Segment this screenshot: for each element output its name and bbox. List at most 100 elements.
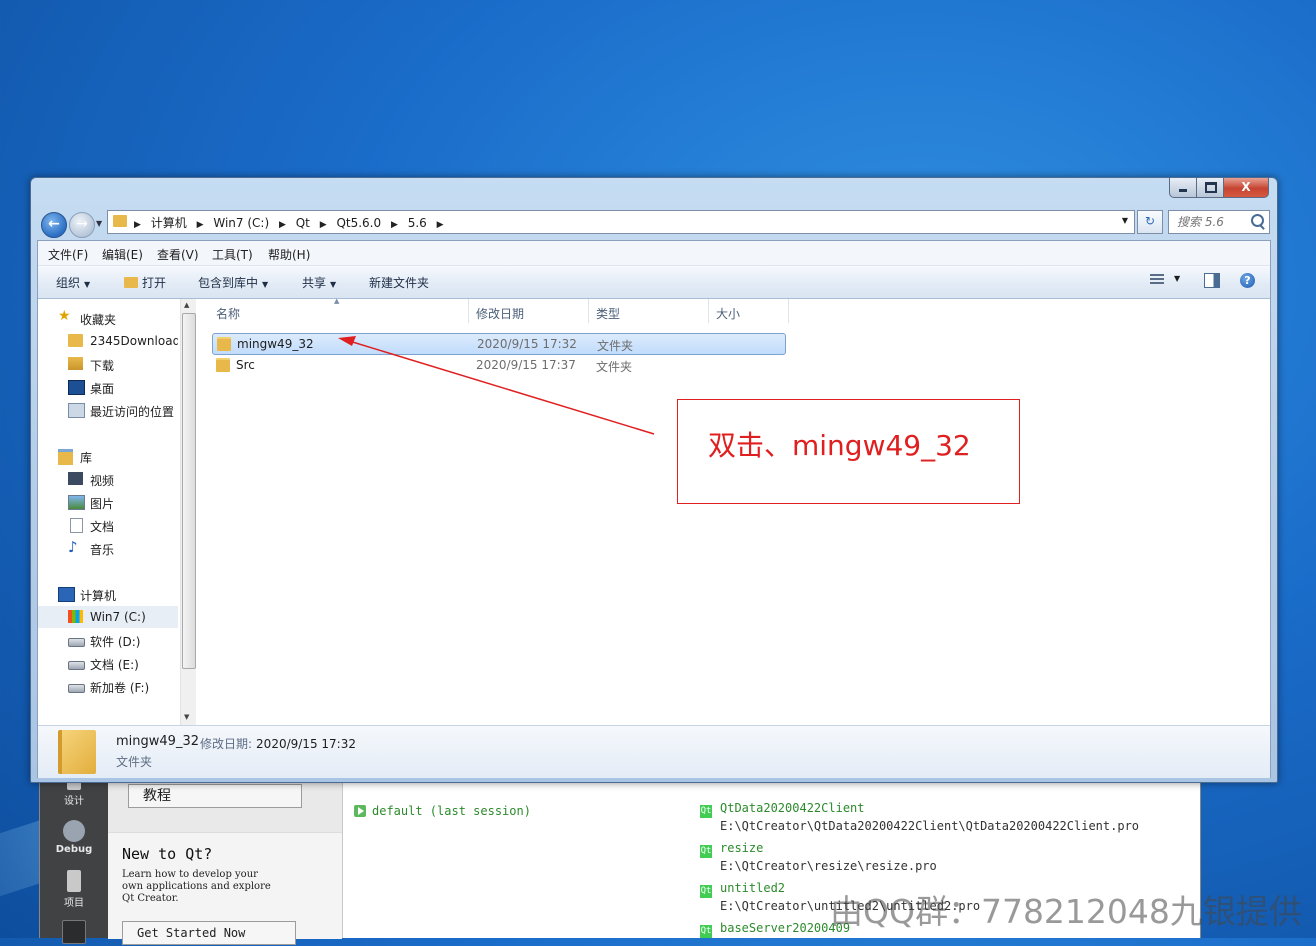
search-input[interactable]	[1175, 212, 1255, 232]
nav-drive-d[interactable]: 软件 (D:)	[38, 629, 178, 651]
file-row-mingw49-32[interactable]: mingw49_32 2020/9/15 17:32 文件夹	[212, 333, 786, 355]
menu-view[interactable]: 查看(V)	[157, 246, 199, 263]
column-divider[interactable]	[708, 299, 709, 323]
new-folder-button[interactable]: 新建文件夹	[369, 274, 429, 291]
back-arrow-icon[interactable]: ←	[41, 212, 67, 238]
qt-project-icon: Qt	[700, 885, 712, 898]
folder-icon	[217, 337, 231, 351]
session-default[interactable]: default (last session)	[354, 804, 531, 818]
mode-design[interactable]: 设计	[40, 780, 108, 807]
nav-libraries[interactable]: 库	[38, 445, 178, 467]
desktop-icon	[68, 380, 85, 395]
recent-pages-chevron-icon[interactable]: ▼	[96, 219, 102, 228]
downloads-folder-icon	[68, 357, 83, 370]
qt-mode-sidebar: 设计 Debug 项目	[40, 770, 108, 944]
nav-scrollbar[interactable]: ▲ ▼	[180, 299, 196, 725]
projects-icon	[67, 870, 81, 892]
chevron-right-icon[interactable]: ▶	[391, 220, 398, 230]
search-icon[interactable]	[1251, 214, 1264, 227]
open-button[interactable]: 打开	[124, 274, 166, 291]
scroll-up-icon[interactable]: ▲	[184, 301, 189, 309]
organize-button[interactable]: 组织 ▼	[56, 274, 90, 291]
computer-icon	[58, 587, 75, 602]
nav-drive-e[interactable]: 文档 (E:)	[38, 652, 178, 674]
mode-projects[interactable]: 项目	[40, 870, 108, 909]
close-button[interactable]: X	[1223, 178, 1269, 198]
help-icon[interactable]: ?	[1240, 273, 1255, 288]
get-started-button[interactable]: Get Started Now	[122, 921, 296, 945]
folder-icon	[113, 215, 127, 227]
chevron-right-icon[interactable]: ▶	[134, 220, 141, 230]
chevron-right-icon[interactable]: ▶	[197, 220, 204, 230]
recent-project[interactable]: Qt QtData20200422Client E:\QtCreator\QtDa…	[700, 800, 1139, 834]
nav-item-pictures[interactable]: 图片	[38, 491, 178, 513]
nav-drive-f[interactable]: 新加卷 (F:)	[38, 675, 178, 697]
nav-item-downloads[interactable]: 下载	[38, 353, 178, 375]
breadcrumb-item[interactable]: Qt	[296, 216, 310, 230]
column-divider[interactable]	[468, 299, 469, 323]
video-icon	[68, 472, 83, 485]
nav-item-desktop[interactable]: 桌面	[38, 376, 178, 398]
file-row-src[interactable]: Src 2020/9/15 17:37 文件夹	[212, 355, 784, 375]
menu-help[interactable]: 帮助(H)	[268, 246, 310, 263]
breadcrumb-item[interactable]: 5.6	[408, 216, 427, 230]
nav-item-videos[interactable]: 视频	[38, 468, 178, 490]
minimize-button[interactable]	[1169, 178, 1197, 198]
explorer-body: 文件(F) 编辑(E) 查看(V) 工具(T) 帮助(H) 组织 ▼ 打开 包含到…	[37, 240, 1271, 778]
view-options-icon[interactable]	[1150, 274, 1164, 286]
folder-icon	[216, 358, 230, 372]
breadcrumb-item[interactable]: Qt5.6.0	[336, 216, 381, 230]
nav-item-documents[interactable]: 文档	[38, 514, 178, 536]
column-size[interactable]: 大小	[716, 305, 740, 322]
recent-project[interactable]: Qt resize E:\QtCreator\resize\resize.pro	[700, 840, 937, 874]
nav-computer[interactable]: 计算机	[38, 583, 178, 605]
chevron-right-icon[interactable]: ▶	[437, 220, 444, 230]
nav-favorites[interactable]: ★ 收藏夹	[38, 307, 178, 329]
address-dropdown-icon[interactable]: ▼	[1122, 216, 1128, 225]
drive-icon	[68, 684, 85, 693]
nav-item-2345downloads[interactable]: 2345Downloads	[38, 330, 178, 352]
sort-ascending-icon: ▲	[334, 297, 340, 305]
nav-item-music[interactable]: ♪ 音乐	[38, 537, 178, 559]
maximize-button[interactable]	[1196, 178, 1224, 198]
mode-debug[interactable]: Debug	[40, 820, 108, 855]
column-divider[interactable]	[788, 299, 789, 323]
debug-icon	[63, 820, 85, 842]
column-type[interactable]: 类型	[596, 305, 620, 322]
recent-project[interactable]: Qt baseServer20200409	[700, 920, 850, 938]
column-name[interactable]: 名称	[216, 305, 240, 322]
library-icon	[58, 449, 73, 465]
command-bar: 组织 ▼ 打开 包含到库中 ▼ 共享 ▼ 新建文件夹 ▼ ?	[38, 266, 1270, 299]
chevron-right-icon[interactable]: ▶	[279, 220, 286, 230]
nav-item-recent-places[interactable]: 最近访问的位置	[38, 399, 178, 421]
menu-file[interactable]: 文件(F)	[48, 246, 88, 263]
breadcrumb-item[interactable]: 计算机	[151, 216, 187, 230]
new-to-qt-text: Learn how to develop your own applicatio…	[122, 869, 271, 904]
share-button[interactable]: 共享 ▼	[302, 274, 336, 291]
annotation-box: 双击、mingw49_32	[677, 399, 1020, 504]
scroll-down-icon[interactable]: ▼	[184, 713, 189, 721]
chevron-down-icon[interactable]: ▼	[1174, 274, 1180, 283]
tutorials-button[interactable]: 教程	[128, 784, 302, 808]
scrollbar-thumb[interactable]	[182, 313, 196, 669]
chevron-right-icon[interactable]: ▶	[320, 220, 327, 230]
qt-project-icon: Qt	[700, 925, 712, 938]
details-type: 文件夹	[116, 755, 153, 769]
search-box[interactable]	[1168, 210, 1270, 234]
preview-pane-icon[interactable]	[1204, 273, 1220, 288]
menu-tools[interactable]: 工具(T)	[212, 246, 253, 263]
address-bar[interactable]: ▶ 计算机 ▶ Win7 (C:) ▶ Qt ▶ Qt5.6.0 ▶ 5.6 ▶…	[107, 210, 1135, 234]
nav-drive-c[interactable]: Win7 (C:)	[38, 606, 178, 628]
qt-project-icon: Qt	[700, 845, 712, 858]
chevron-down-icon: ▼	[84, 280, 91, 289]
column-divider[interactable]	[588, 299, 589, 323]
breadcrumb-item[interactable]: Win7 (C:)	[213, 216, 269, 230]
column-date[interactable]: 修改日期	[476, 305, 524, 322]
refresh-icon[interactable]: ↻	[1137, 210, 1163, 234]
menu-edit[interactable]: 编辑(E)	[102, 246, 143, 263]
mode-help[interactable]	[40, 920, 108, 946]
forward-arrow-icon[interactable]: →	[69, 212, 95, 238]
include-in-library-button[interactable]: 包含到库中 ▼	[198, 274, 268, 291]
recent-places-icon	[68, 403, 85, 418]
star-icon: ★	[58, 308, 71, 324]
